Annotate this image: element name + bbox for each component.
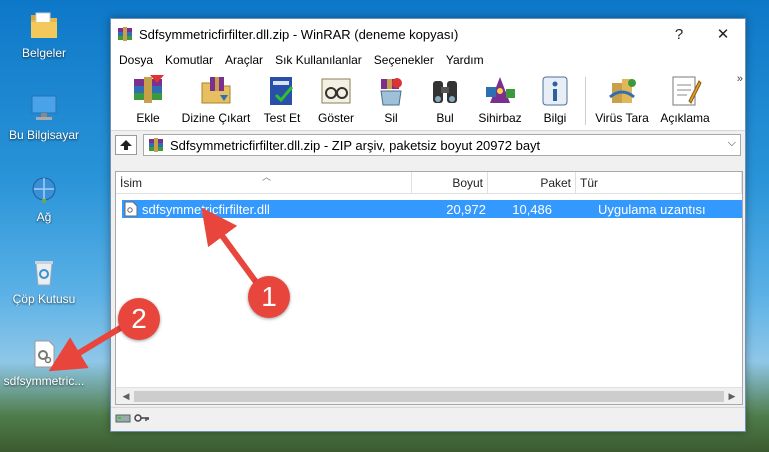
toolbar: Ekle Dizine Çıkart Test Et Göster Sil Bu…: [111, 71, 745, 131]
desktop-icon-recycle-bin[interactable]: Çöp Kutusu: [2, 256, 86, 306]
desktop-icon-label: Çöp Kutusu: [12, 292, 76, 306]
path-combobox[interactable]: Sdfsymmetricfirfilter.dll.zip - ZIP arşi…: [143, 134, 741, 156]
chevron-down-icon[interactable]: ⌵: [728, 137, 736, 150]
list-header: ︿ İsim Boyut Paket Tür: [116, 172, 742, 194]
toolbar-info-button[interactable]: Bilgi: [535, 73, 575, 129]
recycle-bin-icon: [28, 256, 60, 288]
desktop-icon-label: Belgeler: [21, 46, 67, 60]
folder-documents-icon: [28, 10, 60, 42]
zip-archive-icon: [148, 137, 164, 153]
toolbar-view-button[interactable]: Göster: [311, 73, 361, 129]
file-size: 20,972: [446, 201, 486, 217]
scroll-right-icon[interactable]: ▶: [724, 390, 740, 403]
column-header-type[interactable]: Tür: [576, 172, 742, 194]
winrar-window: Sdfsymmetricfirfilter.dll.zip - WinRAR (…: [110, 18, 746, 432]
up-folder-button[interactable]: [115, 135, 137, 155]
desktop-icon-network[interactable]: Ağ: [2, 174, 86, 224]
path-bar: Sdfsymmetricfirfilter.dll.zip - ZIP arşi…: [111, 131, 745, 159]
dll-file-icon: [124, 201, 140, 217]
find-icon: [427, 73, 463, 109]
menu-commands[interactable]: Komutlar: [159, 53, 219, 67]
desktop-icon-label: sdfsymmetric...: [3, 374, 85, 388]
desktop-icon-documents[interactable]: Belgeler: [2, 10, 86, 60]
computer-icon: [28, 92, 60, 124]
menu-favorites[interactable]: Sık Kullanılanlar: [269, 53, 368, 67]
winrar-app-icon: [117, 26, 133, 42]
menu-bar: Dosya Komutlar Araçlar Sık Kullanılanlar…: [111, 49, 745, 71]
desktop-icon-dll-file[interactable]: sdfsymmetric...: [2, 338, 86, 388]
close-button[interactable]: ✕: [701, 19, 745, 49]
column-header-size[interactable]: Boyut: [412, 172, 488, 194]
horizontal-scrollbar[interactable]: ◀ ▶: [116, 387, 742, 404]
scroll-left-icon[interactable]: ◀: [118, 390, 134, 403]
desktop-icon-this-pc[interactable]: Bu Bilgisayar: [2, 92, 86, 142]
toolbar-test-button[interactable]: Test Et: [259, 73, 305, 129]
toolbar-extract-button[interactable]: Dizine Çıkart: [179, 73, 253, 129]
status-bar: [111, 407, 745, 431]
delete-icon: [373, 73, 409, 109]
add-archive-icon: [130, 73, 166, 109]
toolbar-more-chevron[interactable]: »: [737, 73, 743, 85]
key-icon: [134, 412, 150, 427]
extract-to-icon: [198, 73, 234, 109]
view-icon: [318, 73, 354, 109]
file-name: sdfsymmetricfirfilter.dll: [142, 201, 270, 217]
column-header-packed[interactable]: Paket: [488, 172, 576, 194]
annotation-badge-1: 1: [248, 276, 290, 318]
toolbar-wizard-button[interactable]: Sihirbaz: [475, 73, 525, 129]
table-row[interactable]: sdfsymmetricfirfilter.dll 20,972 10,486 …: [122, 200, 742, 218]
network-icon: [28, 174, 60, 206]
toolbar-separator: [585, 77, 586, 125]
menu-file[interactable]: Dosya: [113, 53, 159, 67]
toolbar-delete-button[interactable]: Sil: [373, 73, 409, 129]
toolbar-virus-scan-button[interactable]: Virüs Tara: [591, 73, 653, 129]
drive-icon: [115, 412, 131, 427]
wizard-icon: [482, 73, 518, 109]
toolbar-comment-button[interactable]: Açıklama: [657, 73, 713, 129]
virus-scan-icon: [604, 73, 640, 109]
up-arrow-icon: [120, 140, 132, 150]
comment-icon: [667, 73, 703, 109]
help-button[interactable]: ?: [657, 19, 701, 49]
toolbar-find-button[interactable]: Bul: [427, 73, 463, 129]
dll-file-icon: [28, 338, 60, 370]
desktop-icon-label: Ağ: [36, 210, 52, 224]
desktop-icon-label: Bu Bilgisayar: [8, 128, 80, 142]
menu-options[interactable]: Seçenekler: [368, 53, 440, 67]
file-list: ︿ İsim Boyut Paket Tür sdfsymmetricfirfi…: [115, 171, 743, 405]
info-icon: [537, 73, 573, 109]
menu-tools[interactable]: Araçlar: [219, 53, 269, 67]
test-icon: [264, 73, 300, 109]
file-type: Uygulama uzantısı: [598, 201, 706, 217]
sort-arrow-icon: ︿: [262, 172, 272, 182]
toolbar-add-button[interactable]: Ekle: [123, 73, 173, 129]
title-bar[interactable]: Sdfsymmetricfirfilter.dll.zip - WinRAR (…: [111, 19, 745, 49]
annotation-badge-2: 2: [118, 298, 160, 340]
path-text: Sdfsymmetricfirfilter.dll.zip - ZIP arşi…: [170, 137, 541, 153]
menu-help[interactable]: Yardım: [440, 53, 490, 67]
scrollbar-thumb[interactable]: [134, 391, 724, 402]
window-title: Sdfsymmetricfirfilter.dll.zip - WinRAR (…: [139, 26, 459, 42]
file-packed-size: 10,486: [512, 201, 552, 217]
